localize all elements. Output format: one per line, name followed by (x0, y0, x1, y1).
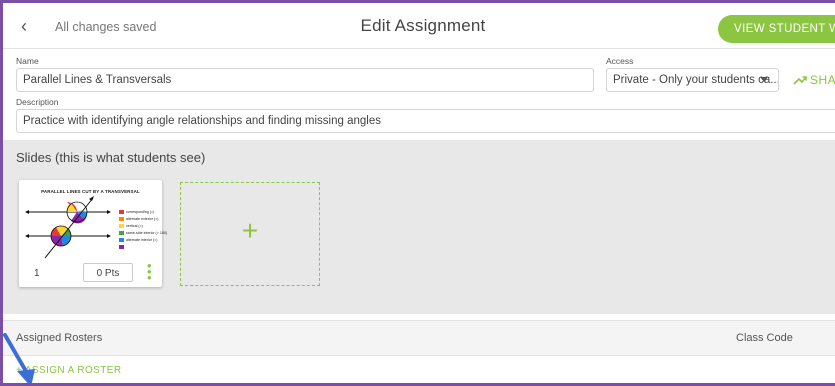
legend-swatch (119, 210, 124, 214)
annotation-arrow-icon (3, 333, 35, 383)
slide-thumbnail-title: PARALLEL LINES CUT BY A TRANSVERSAL (41, 189, 140, 194)
name-input[interactable]: Parallel Lines & Transversals (16, 68, 594, 92)
top-bar: ‹ All changes saved Edit Assignment VIEW… (3, 3, 835, 49)
rosters-header: Assigned Rosters Class Code (3, 320, 835, 356)
legend-text: same-side interior (= 180) (126, 231, 168, 235)
legend-text: alternate interior (=) (126, 238, 158, 242)
transversal-diagram (25, 196, 111, 259)
slides-section: Slides (this is what students see) PARAL… (3, 140, 835, 314)
class-code-heading: Class Code (736, 332, 793, 344)
access-select-value: Private - Only your students ca... (613, 74, 779, 86)
name-label: Name (16, 56, 39, 66)
view-student-work-button[interactable]: VIEW STUDENT WORK (718, 15, 835, 43)
legend-swatch (119, 224, 124, 228)
access-label: Access (606, 56, 634, 66)
caret-down-icon (760, 77, 768, 82)
legend-swatch (119, 217, 124, 221)
slide-card[interactable]: PARALLEL LINES CUT BY A TRANSVERSAL corr… (19, 180, 167, 287)
description-label: Description (16, 97, 59, 107)
share-icon (793, 76, 807, 85)
slide-number: 1 (34, 268, 40, 279)
slide-points-input[interactable]: 0 Pts (83, 263, 133, 282)
share-button[interactable]: SHARE (793, 73, 835, 87)
legend-text: corresponding (=) (126, 210, 155, 214)
page-title: Edit Assignment (360, 16, 486, 35)
legend-swatch (119, 231, 124, 235)
access-select[interactable]: Private - Only your students ca... (606, 68, 779, 92)
legend-text: vertical (=) (126, 224, 143, 228)
more-vertical-icon[interactable]: • • • (147, 259, 152, 284)
slides-section-title: Slides (this is what students see) (16, 150, 206, 165)
app-window: ‹ All changes saved Edit Assignment VIEW… (0, 0, 835, 386)
legend-swatch (119, 245, 124, 249)
add-slide-button[interactable]: + (180, 182, 320, 286)
legend-swatch (119, 238, 124, 242)
description-input[interactable]: Practice with identifying angle relation… (16, 109, 835, 133)
plus-icon: + (241, 215, 259, 246)
legend-text: alternate exterior (=) (126, 217, 159, 221)
share-label: SHARE (810, 73, 835, 87)
